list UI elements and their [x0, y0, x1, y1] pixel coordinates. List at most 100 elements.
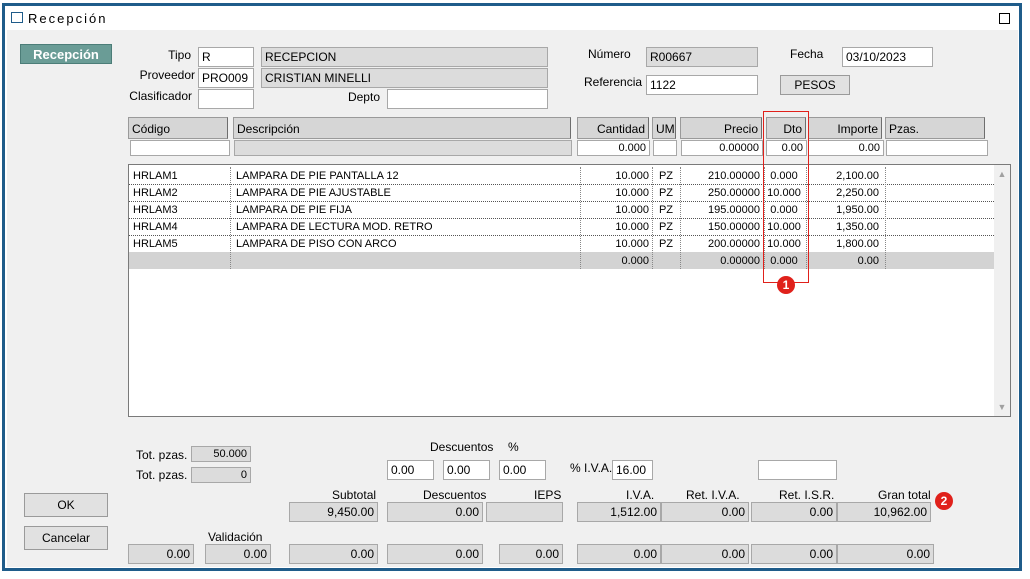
annotation-badge-1: 1 [777, 276, 795, 294]
table-row[interactable]: HRLAM5 LAMPARA DE PISO CON ARCO 10.000 PZ 20… [129, 235, 994, 252]
table-row[interactable]: HRLAM1 LAMPARA DE PIE PANTALLA 12 10.000 PZ… [129, 167, 994, 184]
bottom-field-5: 0.00 [499, 544, 563, 564]
ieps-field [486, 502, 563, 522]
cell-cantidad: 10.000 [615, 187, 649, 199]
col-header-codigo[interactable]: Código [128, 117, 228, 139]
subtotal-field: 9,450.00 [289, 502, 378, 522]
column-separator [680, 167, 681, 269]
entry-pzas[interactable] [886, 140, 988, 156]
column-separator [885, 167, 886, 269]
clasificador-field[interactable] [198, 89, 254, 109]
iva-pct-label: % I.V.A. [570, 461, 613, 475]
entry-um[interactable] [653, 140, 677, 156]
cell-importe: 2,100.00 [836, 170, 879, 182]
cell-um: PZ [658, 187, 674, 199]
referencia-field[interactable]: 1122 [646, 75, 758, 95]
maximize-icon[interactable] [999, 13, 1010, 24]
descuentos-col-label: Descuentos [423, 488, 487, 502]
total-cell-precio: 0.00000 [720, 255, 760, 267]
entry-cantidad[interactable]: 0.000 [577, 140, 650, 156]
bottom-field-1: 0.00 [128, 544, 194, 564]
cell-codigo: HRLAM2 [133, 187, 178, 199]
column-separator [580, 167, 581, 269]
table-row[interactable]: HRLAM2 LAMPARA DE PIE AJUSTABLE 10.000 PZ 25… [129, 184, 994, 201]
descuento-field-3[interactable]: 0.00 [499, 460, 546, 480]
ret-isr-label: Ret. I.S.R. [779, 488, 835, 502]
cell-importe: 1,350.00 [836, 221, 879, 233]
iva-pct-field[interactable]: 16.00 [612, 460, 653, 480]
bottom-field-2: 0.00 [205, 544, 271, 564]
depto-field[interactable] [387, 89, 548, 109]
cell-cantidad: 10.000 [615, 204, 649, 216]
descuento-field-2[interactable]: 0.00 [443, 460, 490, 480]
cell-precio: 210.00000 [708, 170, 760, 182]
fecha-field[interactable]: 03/10/2023 [842, 47, 933, 67]
depto-label: Depto [347, 90, 380, 104]
side-tab-recepcion[interactable]: Recepción [20, 44, 112, 64]
entry-codigo[interactable] [130, 140, 230, 156]
dto-highlight-box [763, 111, 809, 283]
cell-precio: 200.00000 [708, 238, 760, 250]
descuento-field-1[interactable]: 0.00 [387, 460, 434, 480]
cancel-button[interactable]: Cancelar [24, 526, 108, 550]
cell-descripcion: LAMPARA DE PISO CON ARCO [236, 238, 397, 250]
ret-iva-label: Ret. I.V.A. [686, 488, 740, 502]
col-header-descripcion[interactable]: Descripción [233, 117, 571, 139]
clasificador-label: Clasificador [129, 89, 192, 103]
items-grid[interactable]: ▲ ▼ HRLAM1 LAMPARA DE PIE PANTALLA 12 10.0… [128, 164, 1011, 417]
ret-isr-field: 0.00 [751, 502, 837, 522]
total-cell-importe: 0.00 [857, 255, 879, 267]
numero-field: R00667 [646, 47, 758, 67]
column-separator [230, 167, 231, 269]
table-row[interactable]: HRLAM4 LAMPARA DE LECTURA MOD. RETRO 10.00… [129, 218, 994, 235]
tot-pzas-field-1: 50.000 [191, 446, 251, 462]
proveedor-field[interactable]: PRO009 [198, 68, 254, 88]
cell-descripcion: LAMPARA DE PIE AJUSTABLE [236, 187, 391, 199]
annotation-badge-2: 2 [935, 492, 953, 510]
validacion-label: Validación [208, 530, 263, 544]
currency-button[interactable]: PESOS [780, 75, 850, 95]
iva-field: 1,512.00 [577, 502, 661, 522]
entry-importe[interactable]: 0.00 [808, 140, 884, 156]
col-header-cantidad[interactable]: Cantidad [577, 117, 649, 139]
referencia-label: Referencia [584, 75, 643, 89]
col-header-importe[interactable]: Importe [808, 117, 882, 139]
tot-pzas-label-2: Tot. pzas. [136, 468, 188, 482]
cell-importe: 1,950.00 [836, 204, 879, 216]
proveedor-name: CRISTIAN MINELLI [261, 68, 548, 88]
percent-label: % [508, 440, 519, 454]
cell-importe: 1,800.00 [836, 238, 879, 250]
extra-field[interactable] [758, 460, 837, 480]
table-row-total[interactable]: 0.000 0.00000 0.000 0.00 [129, 252, 994, 269]
tot-pzas-field-2: 0 [191, 467, 251, 483]
subtotal-label: Subtotal [332, 488, 377, 502]
bottom-field-8: 0.00 [751, 544, 837, 564]
entry-precio[interactable]: 0.00000 [681, 140, 763, 156]
cell-um: PZ [658, 170, 674, 182]
ok-button[interactable]: OK [24, 493, 108, 517]
ieps-label: IEPS [534, 488, 562, 502]
cell-um: PZ [658, 221, 674, 233]
entry-descripcion[interactable] [234, 140, 572, 156]
cell-codigo: HRLAM3 [133, 204, 178, 216]
bottom-field-7: 0.00 [661, 544, 749, 564]
cell-importe: 2,250.00 [836, 187, 879, 199]
cell-um: PZ [658, 238, 674, 250]
vertical-scrollbar[interactable]: ▲ ▼ [994, 165, 1010, 416]
bottom-field-9: 0.00 [837, 544, 934, 564]
col-header-precio[interactable]: Precio [680, 117, 762, 139]
cell-um: PZ [658, 204, 674, 216]
scroll-down-icon[interactable]: ▼ [997, 402, 1007, 412]
col-header-pzas[interactable]: Pzas. [885, 117, 985, 139]
cell-precio: 150.00000 [708, 221, 760, 233]
bottom-field-6: 0.00 [577, 544, 661, 564]
cell-cantidad: 10.000 [615, 238, 649, 250]
scroll-up-icon[interactable]: ▲ [997, 169, 1007, 179]
numero-label: Número [588, 47, 631, 61]
cell-cantidad: 10.000 [615, 170, 649, 182]
tipo-field[interactable]: R [198, 47, 254, 67]
table-row[interactable]: HRLAM3 LAMPARA DE PIE FIJA 10.000 PZ 195.000… [129, 201, 994, 218]
cell-cantidad: 10.000 [615, 221, 649, 233]
cell-precio: 250.00000 [708, 187, 760, 199]
col-header-um[interactable]: UM [652, 117, 676, 139]
